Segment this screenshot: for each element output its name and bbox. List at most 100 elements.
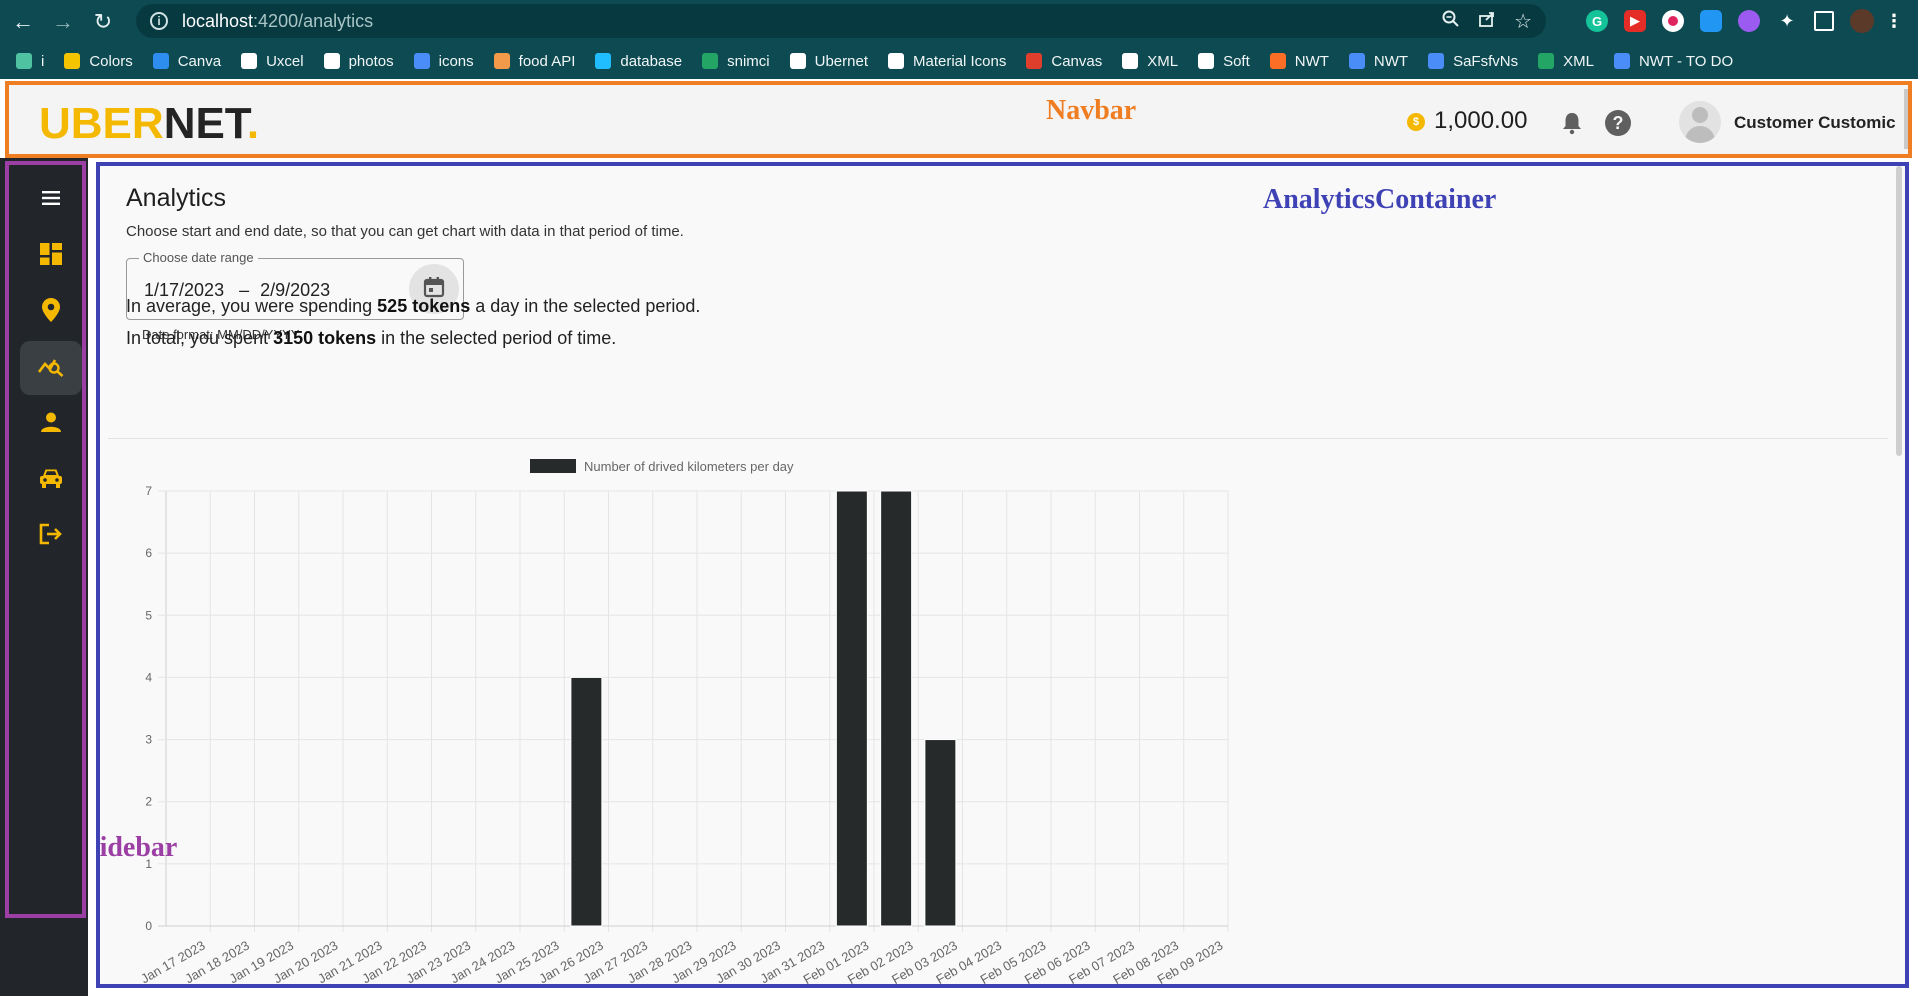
sidebar-item-dashboard[interactable]	[20, 229, 82, 283]
bookmark-label: Soft	[1223, 52, 1250, 70]
token-balance: 1,000.00	[1434, 107, 1528, 134]
kaggle-icon	[595, 53, 612, 69]
sidebar-item-analytics[interactable]	[20, 341, 82, 395]
address-bar[interactable]: i localhost:4200/analytics ☆	[136, 4, 1546, 38]
grammarly-icon[interactable]: G	[1586, 10, 1608, 32]
bar[interactable]	[570, 676, 603, 927]
sidebar	[5, 161, 86, 918]
bookmark-item[interactable]: XML	[1538, 53, 1594, 70]
bookmark-label: database	[620, 52, 683, 70]
bookmark-item[interactable]: snimci	[702, 53, 770, 70]
bookmark-item[interactable]: food API	[493, 53, 575, 70]
coin-icon: $	[1407, 113, 1425, 131]
y-tick-label: 0	[145, 919, 152, 933]
legend-swatch[interactable]	[530, 459, 576, 473]
url-text[interactable]: localhost:4200/analytics	[182, 11, 373, 32]
help-icon[interactable]: ?	[1605, 110, 1631, 136]
bookmark-label: Uxcel	[266, 52, 304, 70]
bookmark-label: snimci	[727, 52, 770, 70]
navbar-annotation: Navbar	[1046, 95, 1137, 126]
bookmark-item[interactable]: NWT	[1348, 52, 1409, 70]
bookmark-item[interactable]: NWT	[1269, 53, 1329, 70]
bookmark-item[interactable]: database	[595, 53, 682, 70]
url-host: localhost	[182, 10, 254, 31]
total-prefix: In total, you spent	[126, 328, 274, 348]
site-info-icon[interactable]: i	[150, 12, 168, 30]
bookmark-label: NWT - TO DO	[1638, 52, 1734, 70]
bookmark-label: NWT	[1373, 52, 1409, 70]
globe-icon	[888, 53, 904, 69]
record-extension-icon[interactable]	[1662, 10, 1684, 32]
url-path: :4200/analytics	[253, 10, 374, 31]
extensions-puzzle-icon[interactable]: ✦	[1776, 10, 1798, 32]
navbar-scrollbar[interactable]	[1904, 89, 1908, 149]
sidebar-item-logout[interactable]	[20, 509, 82, 563]
sidebar-item-profile[interactable]	[20, 397, 82, 451]
bookmarks-bar: i Colors Canva Uxcel photos icons food API data…	[0, 43, 1918, 79]
plus-icon	[1538, 53, 1555, 69]
bee-icon	[64, 53, 81, 69]
bookmark-label: Material Icons	[913, 52, 1007, 70]
bar[interactable]	[880, 490, 913, 927]
bookmark-label: Canvas	[1051, 52, 1103, 70]
bookmark-item[interactable]: SaFsfvNs	[1428, 53, 1518, 70]
forward-arrow-icon[interactable]: →	[46, 5, 80, 39]
zoom-icon[interactable]	[1442, 10, 1460, 33]
avatar[interactable]	[1679, 101, 1721, 143]
bookmark-label: Colors	[89, 52, 133, 70]
bar[interactable]	[835, 490, 868, 927]
y-tick-label: 7	[145, 484, 152, 498]
github-icon	[1122, 53, 1139, 69]
youtube-extension-icon[interactable]: ▶	[1624, 10, 1646, 32]
total-value: 3150 tokens	[273, 328, 377, 348]
notification-bell-icon[interactable]	[1561, 111, 1583, 141]
bookmark-item[interactable]: Material Icons	[888, 53, 1006, 70]
profile-avatar-icon[interactable]	[1850, 9, 1874, 33]
bookmark-item[interactable]: Uxcel	[241, 53, 304, 70]
sidebar-menu-button[interactable]	[20, 173, 82, 227]
avg-prefix: In average, you were spending	[126, 296, 378, 316]
total-spending-text: In total, you spent 3150 tokens in the s…	[126, 328, 616, 349]
bookmark-item[interactable]: Soft	[1198, 53, 1250, 70]
avg-suffix: a day in the selected period.	[470, 296, 701, 316]
location-pin-icon	[42, 297, 60, 327]
section-divider	[108, 438, 1888, 439]
sidebar-item-map[interactable]	[20, 285, 82, 339]
bookmark-item[interactable]: photos	[323, 53, 394, 70]
bookmark-item[interactable]: Colors	[64, 52, 133, 70]
bookmark-item[interactable]: XML	[1122, 53, 1178, 70]
share-icon[interactable]	[1478, 10, 1496, 33]
total-suffix: in the selected period of time.	[376, 328, 617, 348]
unsplash-icon	[323, 53, 340, 69]
bookmark-item[interactable]: Canvas	[1026, 53, 1102, 70]
burger-icon	[493, 53, 510, 69]
bookmark-item[interactable]: i	[16, 53, 44, 70]
back-arrow-icon[interactable]: ←	[6, 5, 40, 39]
color-picker-icon[interactable]	[1738, 10, 1760, 32]
bookmark-item[interactable]: NWT - TO DO	[1613, 52, 1734, 70]
dashboard-icon	[40, 242, 62, 270]
side-panel-icon[interactable]	[1814, 11, 1834, 31]
bar[interactable]	[924, 739, 957, 927]
bookmark-item[interactable]: Ubernet	[789, 53, 868, 70]
browser-menu-icon[interactable]: ⋮	[1885, 10, 1903, 32]
legend-label[interactable]: Number of drived kilometers per day	[584, 459, 794, 474]
reload-icon[interactable]: ↻	[86, 5, 120, 39]
content-scrollbar[interactable]	[1896, 166, 1902, 456]
github-icon	[789, 53, 806, 69]
navbar: UBERNET. Navbar $ 1,000.00 ? Customer Cu…	[5, 81, 1912, 158]
bookmark-item[interactable]: icons	[413, 53, 474, 70]
bookmark-star-icon[interactable]: ☆	[1514, 9, 1532, 34]
gitlab-icon	[1269, 53, 1286, 69]
bookmark-item[interactable]: Canva	[152, 53, 221, 70]
average-spending-text: In average, you were spending 525 tokens…	[126, 296, 700, 317]
logo[interactable]: UBERNET.	[39, 99, 259, 149]
image-icon	[1428, 53, 1445, 69]
window-extension-icon[interactable]	[1700, 10, 1722, 32]
logo-dot: .	[246, 99, 260, 148]
sidebar-item-rides[interactable]	[20, 453, 82, 507]
canvas-icon	[1026, 53, 1043, 69]
username[interactable]: Customer Customic	[1734, 113, 1896, 133]
person-icon	[41, 412, 61, 437]
km-per-day-chart: Number of drived kilometers per day01234…	[138, 459, 1229, 984]
